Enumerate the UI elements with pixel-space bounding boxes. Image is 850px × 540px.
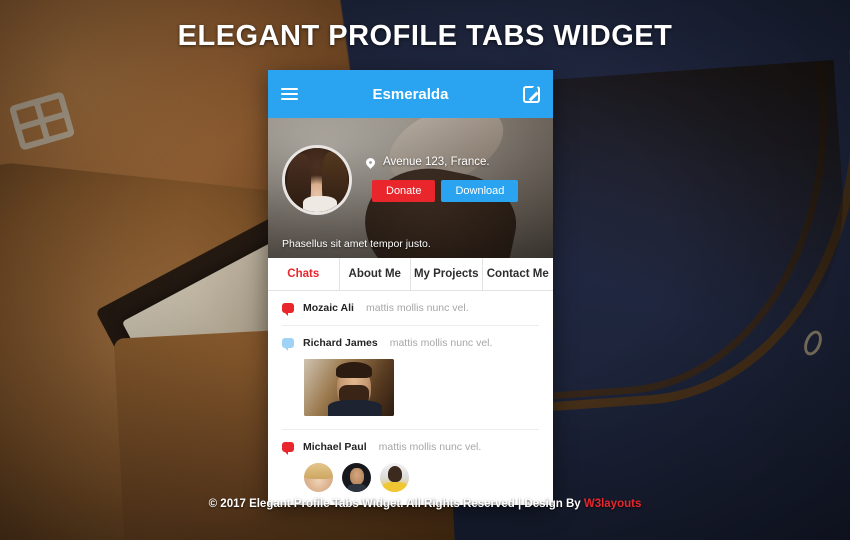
footer-text: © 2017 Elegant Profile Tabs Widget. All … [208, 498, 584, 510]
avatar[interactable] [342, 463, 371, 492]
footer: © 2017 Elegant Profile Tabs Widget. All … [0, 498, 850, 510]
chat-bubble-icon-blue [282, 338, 294, 351]
chat-header: Richard James mattis mollis nunc vel. [282, 337, 539, 351]
chat-bubble-icon-red [282, 442, 294, 455]
profile-cover: Avenue 123, France. Donate Download Phas… [268, 118, 553, 258]
avatar-clothing [303, 196, 337, 212]
edit-square-icon[interactable] [523, 85, 540, 103]
profile-bio: Phasellus sit amet tempor justo. [282, 238, 431, 250]
page-root: ELEGANT PROFILE TABS WIDGET Esmeralda Av… [0, 0, 850, 540]
chat-attachment-avatars [304, 463, 539, 492]
map-pin-icon [364, 155, 377, 169]
chat-message: mattis mollis nunc vel. [365, 302, 469, 314]
chat-header: Michael Paul mattis mollis nunc vel. [282, 441, 539, 455]
page-title: ELEGANT PROFILE TABS WIDGET [177, 20, 673, 52]
avatar[interactable] [380, 463, 409, 492]
tab-my-projects[interactable]: My Projects [410, 258, 482, 290]
widget-title: Esmeralda [372, 85, 449, 103]
chat-bubble-icon-red [282, 303, 294, 316]
chat-message: mattis mollis nunc vel. [378, 441, 482, 453]
list-item[interactable]: Michael Paul mattis mollis nunc vel. [282, 430, 539, 505]
chat-photo-hair [336, 362, 372, 378]
tab-chats[interactable]: Chats [268, 258, 339, 290]
chat-attachment-photo[interactable] [304, 359, 394, 416]
profile-tabs-widget: Esmeralda Avenue 123, France. Donate Dow… [268, 70, 553, 505]
chat-author: Richard James [303, 337, 378, 349]
donate-button[interactable]: Donate [372, 180, 436, 202]
hamburger-menu-icon[interactable] [281, 85, 298, 103]
chat-list: Mozaic Ali mattis mollis nunc vel. Richa… [268, 291, 553, 505]
chat-message: mattis mollis nunc vel. [389, 337, 493, 349]
chat-header: Mozaic Ali mattis mollis nunc vel. [282, 302, 539, 316]
download-button[interactable]: Download [441, 180, 519, 202]
profile-location-text: Avenue 123, France. [383, 156, 490, 168]
footer-brand-link[interactable]: W3layouts [584, 498, 642, 510]
avatar[interactable] [304, 463, 333, 492]
chat-author: Mozaic Ali [303, 302, 354, 314]
list-item[interactable]: Mozaic Ali mattis mollis nunc vel. [282, 291, 539, 326]
widget-header: Esmeralda [268, 70, 553, 118]
profile-location: Avenue 123, France. [364, 155, 490, 169]
chat-author: Michael Paul [303, 441, 367, 453]
tab-about-me[interactable]: About Me [338, 258, 411, 290]
chat-photo-body [328, 400, 382, 416]
profile-actions: Donate Download [372, 180, 519, 202]
tab-contact-me[interactable]: Contact Me [481, 258, 554, 290]
list-item[interactable]: Richard James mattis mollis nunc vel. [282, 326, 539, 430]
tab-bar: Chats About Me My Projects Contact Me [268, 258, 553, 291]
avatar[interactable] [282, 145, 352, 215]
